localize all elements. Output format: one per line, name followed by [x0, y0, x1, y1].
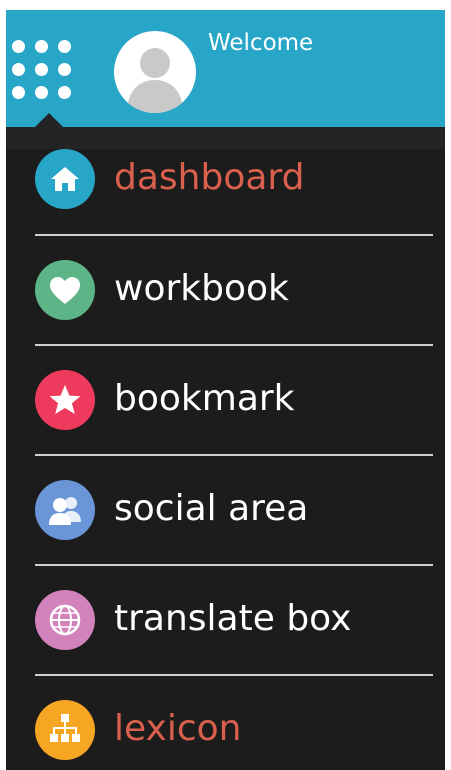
menu-label-bookmark: bookmark [114, 378, 295, 419]
grid-dot [35, 40, 48, 53]
menu-item-bookmark[interactable]: bookmark [6, 346, 445, 456]
star-icon [35, 370, 95, 430]
menu-item-translate-box[interactable]: translate box [6, 566, 445, 676]
grid-dot [58, 63, 71, 76]
menu-item-social-area[interactable]: social area [6, 456, 445, 566]
grid-dot [12, 40, 25, 53]
menu-label-lexicon: lexicon [114, 708, 242, 749]
sitemap-icon [35, 700, 95, 760]
menu-item-dashboard[interactable]: dashboard [6, 125, 445, 235]
menu-label-workbook: workbook [114, 268, 289, 309]
grid-dot [58, 86, 71, 99]
heart-icon [35, 260, 95, 320]
menu-item-lexicon[interactable]: lexicon [6, 676, 445, 770]
grid-dot [58, 40, 71, 53]
menu-item-workbook[interactable]: workbook [6, 236, 445, 346]
menu-header: Welcome [6, 10, 445, 127]
side-menu-panel: Welcome dashboard workbook bookmark soci… [6, 10, 445, 770]
grid-dot [12, 63, 25, 76]
menu-label-social-area: social area [114, 488, 309, 529]
menu-label-dashboard: dashboard [114, 157, 305, 198]
avatar-silhouette [127, 48, 183, 113]
grid-dot [35, 86, 48, 99]
users-icon [35, 480, 95, 540]
apps-grid-icon[interactable] [6, 10, 96, 127]
home-icon [35, 149, 95, 209]
welcome-text: Welcome [208, 30, 314, 56]
globe-icon [35, 590, 95, 650]
menu-label-translate-box: translate box [114, 598, 352, 639]
grid-dot [35, 63, 48, 76]
grid-dot [12, 86, 25, 99]
user-avatar-icon[interactable] [114, 31, 196, 113]
